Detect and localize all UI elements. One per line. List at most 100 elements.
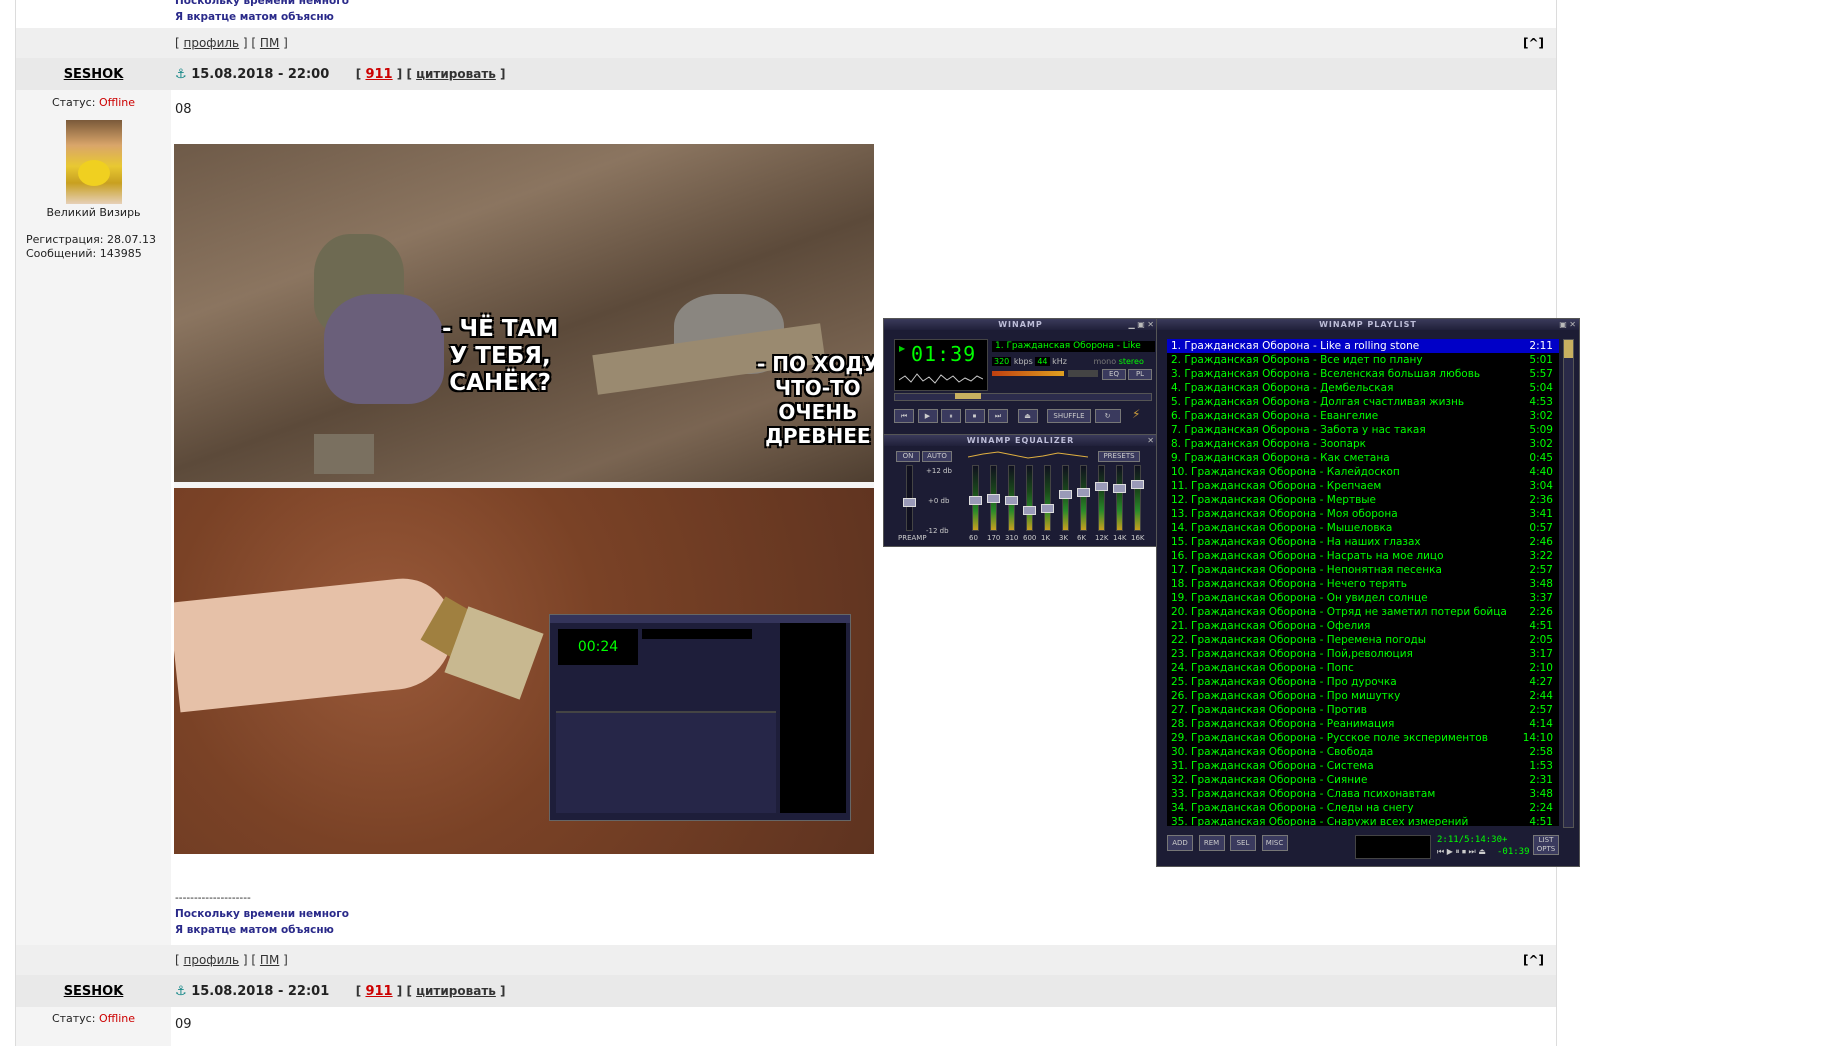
playlist-item[interactable]: 15. Гражданская Оборона - На наших глаза… [1167,535,1559,549]
playlist-item[interactable]: 35. Гражданская Оборона - Снаружи всех и… [1167,815,1559,826]
pl-rem-button[interactable]: REM [1198,835,1225,851]
playlist-item[interactable]: 6. Гражданская Оборона - Евангелие 3:02 [1167,409,1559,423]
anchor-icon[interactable]: ⚓ [175,67,187,82]
pl-sel-button[interactable]: SEL [1230,835,1256,851]
eject-button[interactable]: ⏏ [1017,409,1038,423]
playlist-list[interactable]: 1. Гражданская Оборона - Like a rolling … [1167,339,1559,826]
post-header: SESHOK ⚓ 15.08.2018 - 22:01 [ 911 ] [ ци… [16,975,1556,1007]
signature: -------------------- Поскольку времени н… [175,890,349,938]
playlist-item[interactable]: 7. Гражданская Оборона - Забота у нас та… [1167,423,1559,437]
post-number-link[interactable]: 911 [365,67,392,82]
volume-slider[interactable] [992,371,1064,376]
quote-link[interactable]: цитировать [416,67,496,81]
playlist-item[interactable]: 17. Гражданская Оборона - Непонятная пес… [1167,563,1559,577]
playlist-item[interactable]: 8. Гражданская Оборона - Зоопарк 3:02 [1167,437,1559,451]
playlist-item-title: 25. Гражданская Оборона - Про дурочка [1171,676,1397,688]
scroll-top-button[interactable]: [^] [1523,36,1544,50]
eq-band-slider[interactable] [1005,465,1018,531]
playlist-item[interactable]: 32. Гражданская Оборона - Сияние 2:31 [1167,773,1559,787]
pm-link[interactable]: ПМ [260,36,279,50]
shuffle-button[interactable]: SHUFFLE [1047,409,1091,423]
close-icon[interactable]: ✕ [1147,436,1154,445]
playlist-item-title: 29. Гражданская Оборона - Русское поле э… [1171,732,1488,744]
playlist-item[interactable]: 19. Гражданская Оборона - Он увидел солн… [1167,591,1559,605]
eq-band-slider[interactable] [969,465,982,531]
next-button[interactable]: ⏭ [988,409,1008,423]
window-controls[interactable]: ▁ ▣ ✕ [1129,320,1155,329]
playlist-item[interactable]: 4. Гражданская Оборона - Дембельская 5:04 [1167,381,1559,395]
eq-band-slider[interactable] [1095,465,1108,531]
stop-button[interactable]: ⏹ [964,409,985,423]
playlist-item[interactable]: 20. Гражданская Оборона - Отряд не замет… [1167,605,1559,619]
eq-band-slider[interactable] [1023,465,1036,531]
eq-band-slider[interactable] [1041,465,1054,531]
playlist-item[interactable]: 24. Гражданская Оборона - Попс 2:10 [1167,661,1559,675]
playlist-item[interactable]: 29. Гражданская Оборона - Русское поле э… [1167,731,1559,745]
profile-link[interactable]: профиль [184,953,240,967]
avatar[interactable] [65,120,122,204]
playlist-item[interactable]: 21. Гражданская Оборона - Офелия 4:51 [1167,619,1559,633]
preamp-slider[interactable] [903,465,916,531]
playlist-item[interactable]: 34. Гражданская Оборона - Следы на снегу… [1167,801,1559,815]
anchor-icon[interactable]: ⚓ [175,984,187,999]
playlist-item[interactable]: 28. Гражданская Оборона - Реанимация 4:14 [1167,717,1559,731]
eq-on-button[interactable]: ON [896,451,920,462]
playlist-item[interactable]: 10. Гражданская Оборона - Калейдоскоп 4:4… [1167,465,1559,479]
playlist-item[interactable]: 14. Гражданская Оборона - Мышеловка 0:57 [1167,521,1559,535]
eq-auto-button[interactable]: AUTO [922,451,952,462]
playlist-item[interactable]: 30. Гражданская Оборона - Свобода 2:58 [1167,745,1559,759]
playlist-item-title: 4. Гражданская Оборона - Дембельская [1171,382,1394,394]
eq-band-slider[interactable] [1113,465,1126,531]
pl-list-opts-button[interactable]: LIST OPTS [1533,835,1559,855]
pause-button[interactable]: ⏸ [941,409,961,423]
pl-toggle-button[interactable]: PL [1128,369,1152,380]
playlist-scrollbar[interactable] [1563,339,1574,828]
prev-button[interactable]: ⏮ [894,409,914,423]
author-name[interactable]: SESHOK [16,984,171,999]
scroll-top-button[interactable]: [^] [1523,953,1544,967]
playlist-item[interactable]: 27. Гражданская Оборона - Против 2:57 [1167,703,1559,717]
profile-link[interactable]: профиль [184,36,240,50]
winamp-main-window[interactable]: WINAMP ▁ ▣ ✕ ▶ 01:39 1. Гражданская Обор… [883,318,1158,436]
eq-band-slider[interactable] [1077,465,1090,531]
playlist-item[interactable]: 25. Гражданская Оборона - Про дурочка 4:2… [1167,675,1559,689]
playlist-item[interactable]: 11. Гражданская Оборона - Крепчаем 3:04 [1167,479,1559,493]
playlist-item[interactable]: 13. Гражданская Оборона - Моя оборона 3:4… [1167,507,1559,521]
playlist-item[interactable]: 33. Гражданская Оборона - Слава психонав… [1167,787,1559,801]
winamp-playlist[interactable]: WINAMP PLAYLIST ▣ ✕ 1. Гражданская Оборо… [1156,318,1580,867]
playlist-item[interactable]: 1. Гражданская Оборона - Like a rolling … [1167,339,1559,353]
winamp-equalizer[interactable]: WINAMP EQUALIZER ✕ ON AUTO PRESETS +12 d… [883,434,1158,547]
eq-band-slider[interactable] [987,465,1000,531]
post-number-link[interactable]: 911 [365,984,392,999]
playlist-item[interactable]: 12. Гражданская Оборона - Мертвые 2:36 [1167,493,1559,507]
playlist-item[interactable]: 18. Гражданская Оборона - Нечего терять 3… [1167,577,1559,591]
pl-add-button[interactable]: ADD [1167,835,1193,851]
repeat-button[interactable]: ↻ [1094,409,1121,423]
playlist-item[interactable]: 5. Гражданская Оборона - Долгая счастлив… [1167,395,1559,409]
seek-bar[interactable] [894,393,1152,401]
author-name[interactable]: SESHOK [16,67,171,82]
eq-band-slider[interactable] [1131,465,1144,531]
playlist-item[interactable]: 26. Гражданская Оборона - Про мишутку 2:4… [1167,689,1559,703]
playlist-item[interactable]: 23. Гражданская Оборона - Пой,революция 3… [1167,647,1559,661]
pl-mini-controls[interactable]: ⏮ ▶ ⏸ ⏹ ⏭ ⏏ [1437,847,1486,857]
quote-link[interactable]: цитировать [416,984,496,998]
playlist-item[interactable]: 9. Гражданская Оборона - Как сметана 0:45 [1167,451,1559,465]
playlist-item[interactable]: 2. Гражданская Оборона - Все идет по пла… [1167,353,1559,367]
playlist-item[interactable]: 22. Гражданская Оборона - Перемена погод… [1167,633,1559,647]
playlist-item-duration: 2:58 [1529,746,1553,758]
playlist-item[interactable]: 16. Гражданская Оборона - Насрать на мое… [1167,549,1559,563]
pl-misc-button[interactable]: MISC [1261,835,1288,851]
playlist-item[interactable]: 3. Гражданская Оборона - Вселенская боль… [1167,367,1559,381]
playlist-item[interactable]: 31. Гражданская Оборона - Система 1:53 [1167,759,1559,773]
pl-time: -01:39 [1497,847,1530,857]
balance-slider[interactable] [1068,370,1098,377]
pm-link[interactable]: ПМ [260,953,279,967]
play-button[interactable]: ▶ [917,409,938,423]
meme-image[interactable]: - ЧЁ ТАМ У ТЕБЯ, САНЁК? - ПО ХОДУ ЧТО-ТО… [174,144,874,854]
window-controls[interactable]: ▣ ✕ [1559,320,1576,329]
eq-band-slider[interactable] [1059,465,1072,531]
eq-toggle-button[interactable]: EQ [1102,369,1126,380]
lightning-icon[interactable]: ⚡ [1132,407,1140,421]
eq-presets-button[interactable]: PRESETS [1098,451,1140,462]
